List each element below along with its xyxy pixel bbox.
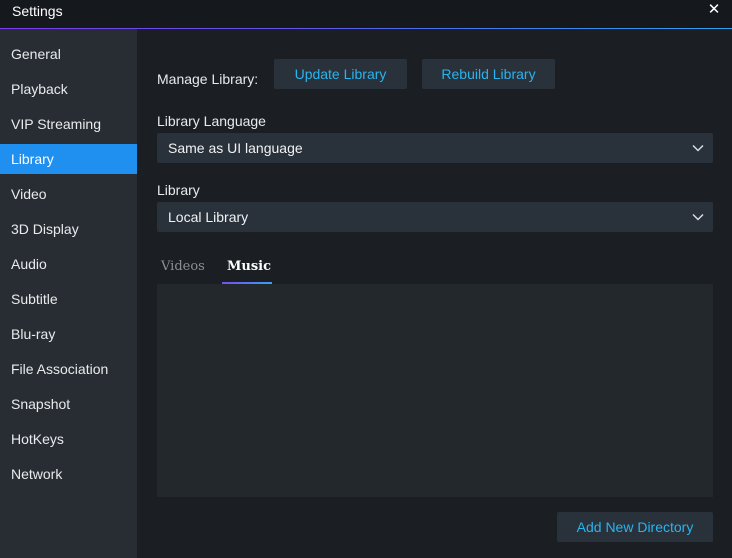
sidebar-item-vip-streaming[interactable]: VIP Streaming (0, 109, 137, 139)
tab-videos[interactable]: Videos (161, 259, 205, 283)
library-label: Library (157, 182, 200, 198)
sidebar-item-audio[interactable]: Audio (0, 249, 137, 279)
sidebar-item-network[interactable]: Network (0, 459, 137, 489)
chevron-down-icon (692, 213, 704, 221)
sidebar-item-video[interactable]: Video (0, 179, 137, 209)
library-language-value: Same as UI language (168, 140, 303, 156)
library-settings-panel: Manage Library: Update Library Rebuild L… (137, 29, 732, 558)
sidebar-item-3d-display[interactable]: 3D Display (0, 214, 137, 244)
sidebar-item-subtitle[interactable]: Subtitle (0, 284, 137, 314)
rebuild-library-button[interactable]: Rebuild Library (422, 59, 555, 89)
tab-music[interactable]: Music (227, 259, 271, 283)
chevron-down-icon (692, 144, 704, 152)
settings-window: Settings ✕ General Playback VIP Streamin… (0, 0, 732, 558)
update-library-button[interactable]: Update Library (274, 59, 407, 89)
library-language-label: Library Language (157, 113, 266, 129)
title-bar: Settings ✕ (0, 0, 732, 29)
sidebar-item-file-association[interactable]: File Association (0, 354, 137, 384)
manage-library-label: Manage Library: (157, 71, 259, 87)
add-new-directory-button[interactable]: Add New Directory (557, 512, 713, 542)
sidebar-item-general[interactable]: General (0, 39, 137, 69)
sidebar-item-library[interactable]: Library (0, 144, 137, 174)
library-select[interactable]: Local Library (157, 202, 713, 232)
sidebar-item-playback[interactable]: Playback (0, 74, 137, 104)
sidebar-item-hotkeys[interactable]: HotKeys (0, 424, 137, 454)
settings-sidebar: General Playback VIP Streaming Library V… (0, 29, 137, 558)
sidebar-item-blu-ray[interactable]: Blu-ray (0, 319, 137, 349)
window-title: Settings (12, 3, 63, 19)
sidebar-item-snapshot[interactable]: Snapshot (0, 389, 137, 419)
library-value: Local Library (168, 209, 249, 225)
close-icon[interactable]: ✕ (706, 1, 722, 19)
directory-list[interactable] (157, 284, 713, 497)
library-language-select[interactable]: Same as UI language (157, 133, 713, 163)
